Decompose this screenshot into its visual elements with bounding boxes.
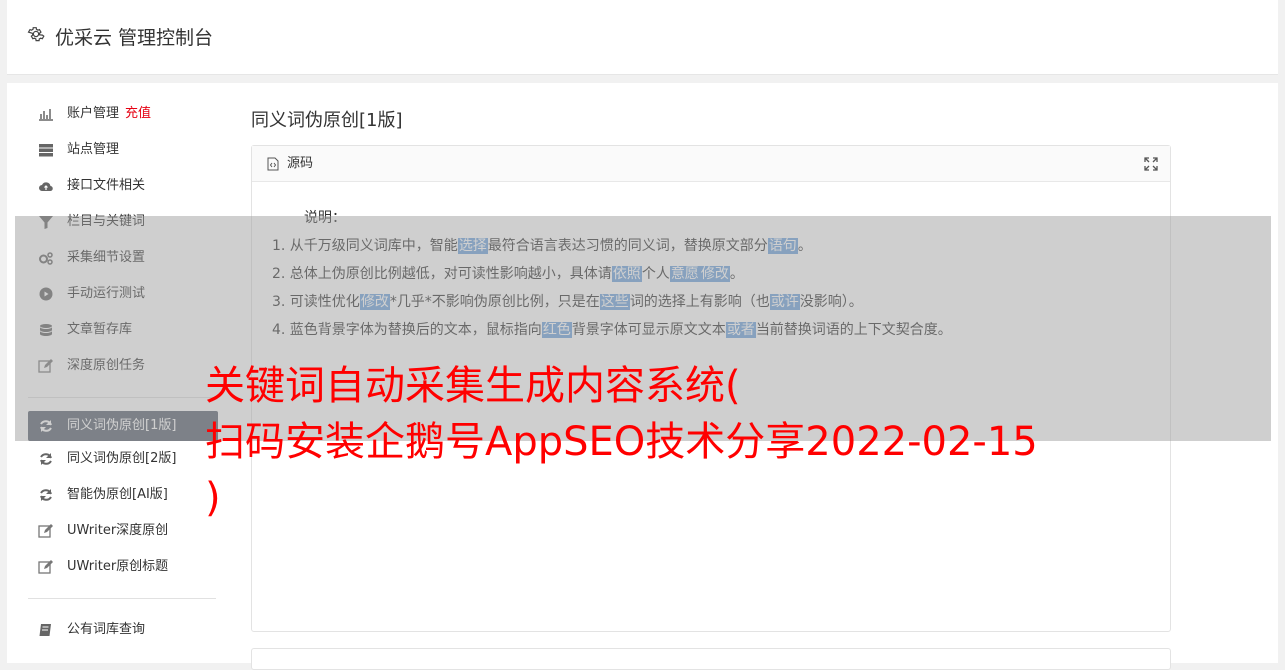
top-bar: 优采云 管理控制台 [7, 0, 1278, 75]
server-icon [39, 144, 53, 157]
card-header: 源码 [252, 146, 1170, 182]
edit-icon [38, 524, 53, 538]
sidebar-divider [28, 598, 216, 599]
code-file-icon [267, 157, 279, 171]
sidebar-item-label: 账户管理 [67, 106, 120, 121]
overlay-headline: 关键词自动采集生成内容系统( 扫码安装企鹅号AppSEO技术分享2022-02-… [205, 358, 1205, 526]
app-title: 优采云 管理控制台 [55, 27, 214, 49]
book-icon [39, 624, 51, 636]
sidebar-item[interactable]: 站点管理 [28, 132, 218, 168]
sidebar-item-label: 公有词库查询 [67, 622, 146, 637]
page-title: 同义词伪原创[1版] [251, 110, 403, 131]
recharge-link[interactable]: 充值 [125, 106, 151, 121]
sidebar-item[interactable]: 智能伪原创[AI版] [28, 477, 218, 513]
edit-icon [38, 560, 53, 574]
overlay-line: ) [205, 475, 221, 521]
sidebar-item[interactable]: UWriter原创标题 [28, 549, 218, 585]
sidebar-item[interactable]: 接口文件相关 [28, 168, 218, 204]
sidebar-item[interactable]: 同义词伪原创[2版] [28, 441, 218, 477]
sidebar-item-label: 智能伪原创[AI版] [67, 487, 168, 502]
sidebar-item-label: 站点管理 [67, 142, 120, 157]
sidebar-item-label: 接口文件相关 [67, 178, 146, 193]
overlay-line: 关键词自动采集生成内容系统( [205, 363, 741, 409]
cloud-upload-icon [39, 182, 53, 192]
sidebar-item[interactable]: 账户管理 充值 [28, 96, 218, 132]
sidebar-item[interactable]: 公有词库查询 [28, 612, 218, 648]
overlay-line: 扫码安装企鹅号AppSEO技术分享2022-02-15 [205, 419, 1038, 465]
gear-icon [27, 27, 45, 42]
sidebar-item-label: 同义词伪原创[2版] [67, 451, 177, 466]
sidebar-item-label: UWriter深度原创 [67, 523, 169, 538]
card-header-label: 源码 [287, 156, 314, 171]
secondary-card [251, 648, 1171, 670]
sidebar-item[interactable]: UWriter深度原创 [28, 513, 218, 549]
bar-chart-icon [39, 109, 53, 121]
expand-icon[interactable] [1144, 157, 1158, 171]
refresh-icon [40, 489, 52, 501]
refresh-icon [40, 453, 52, 465]
sidebar-item-label: UWriter原创标题 [67, 559, 169, 574]
